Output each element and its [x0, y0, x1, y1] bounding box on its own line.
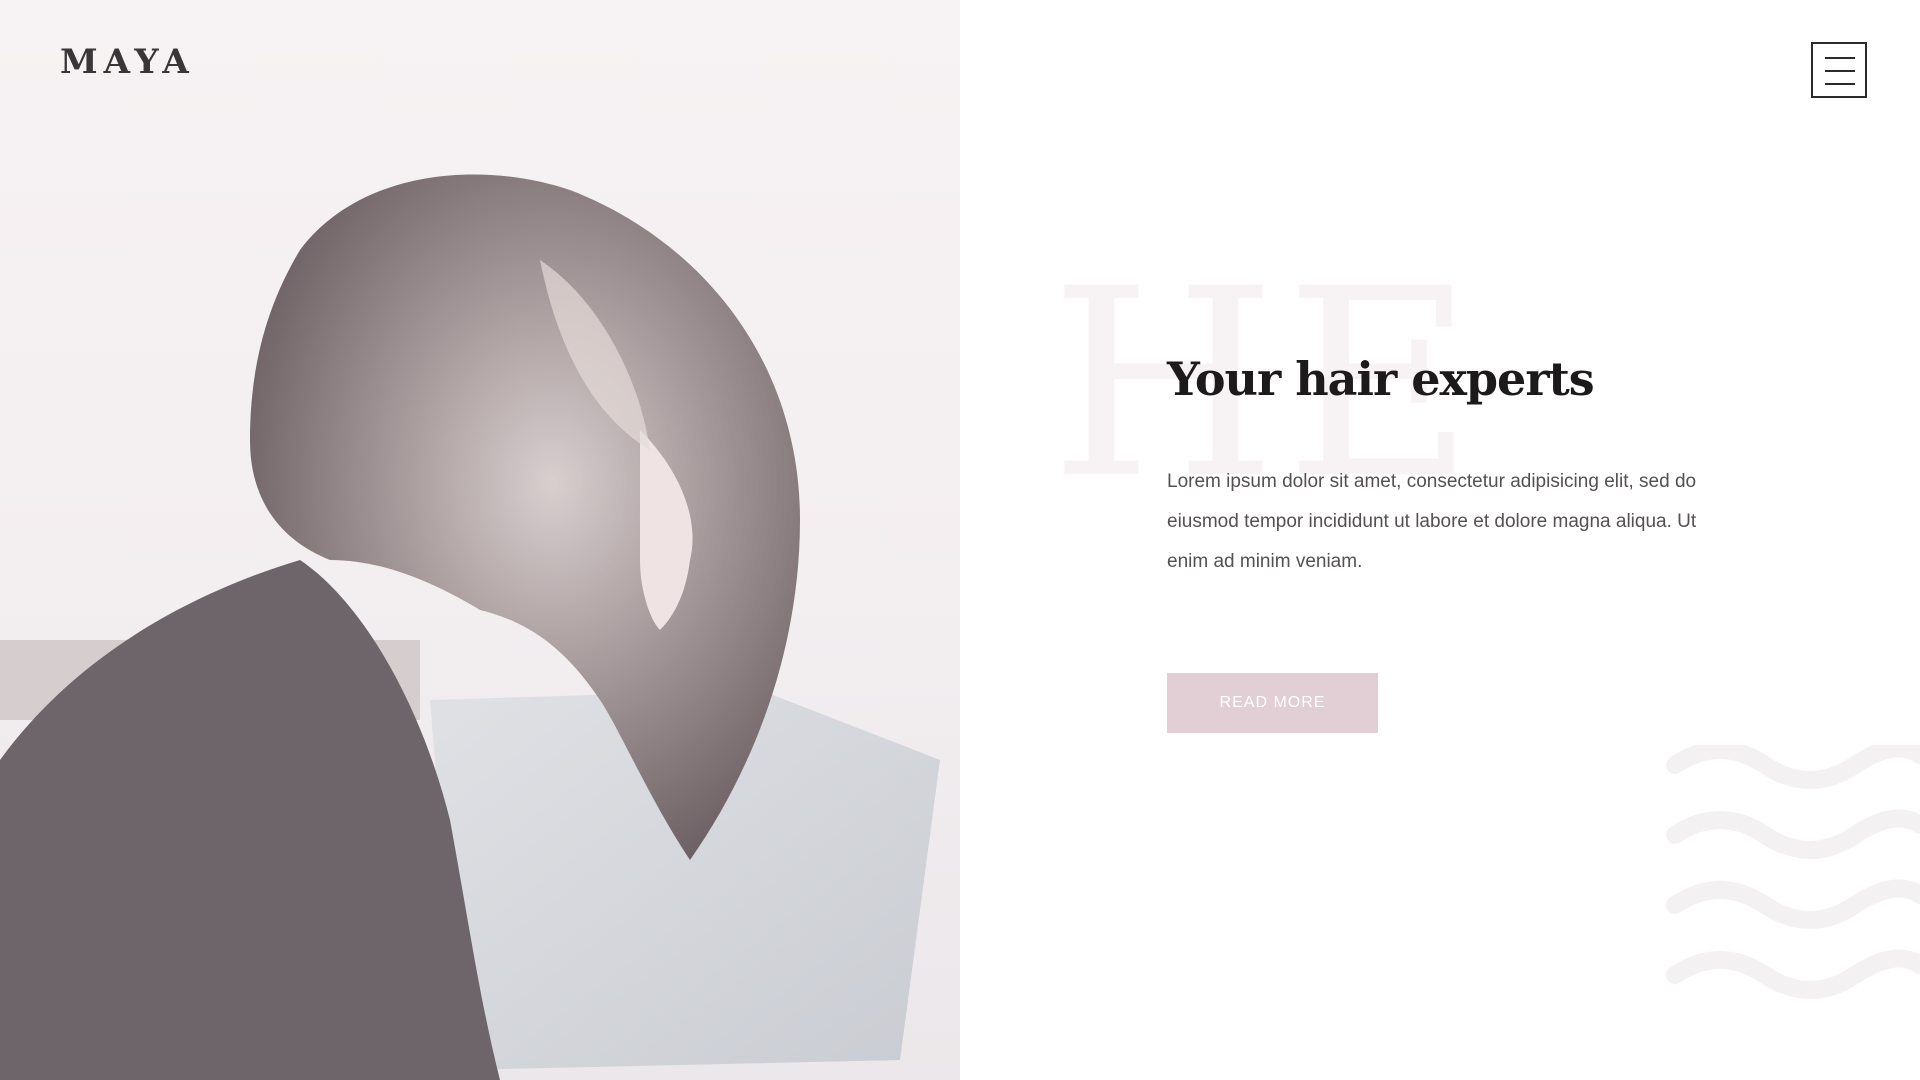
- hero-body-text: Lorem ipsum dolor sit amet, consectetur …: [1167, 471, 1697, 572]
- hero-photo-woman-profile: [0, 0, 960, 1080]
- hero-image-panel: MAYA: [0, 0, 960, 1080]
- hero-headline: Your hair experts: [1167, 352, 1595, 406]
- brand-logo[interactable]: MAYA: [60, 42, 195, 82]
- hamburger-menu-button[interactable]: [1811, 42, 1867, 98]
- decorative-waves-icon: [1666, 745, 1920, 999]
- read-more-button[interactable]: READ MORE: [1167, 673, 1378, 733]
- hamburger-menu-icon: [1825, 57, 1855, 59]
